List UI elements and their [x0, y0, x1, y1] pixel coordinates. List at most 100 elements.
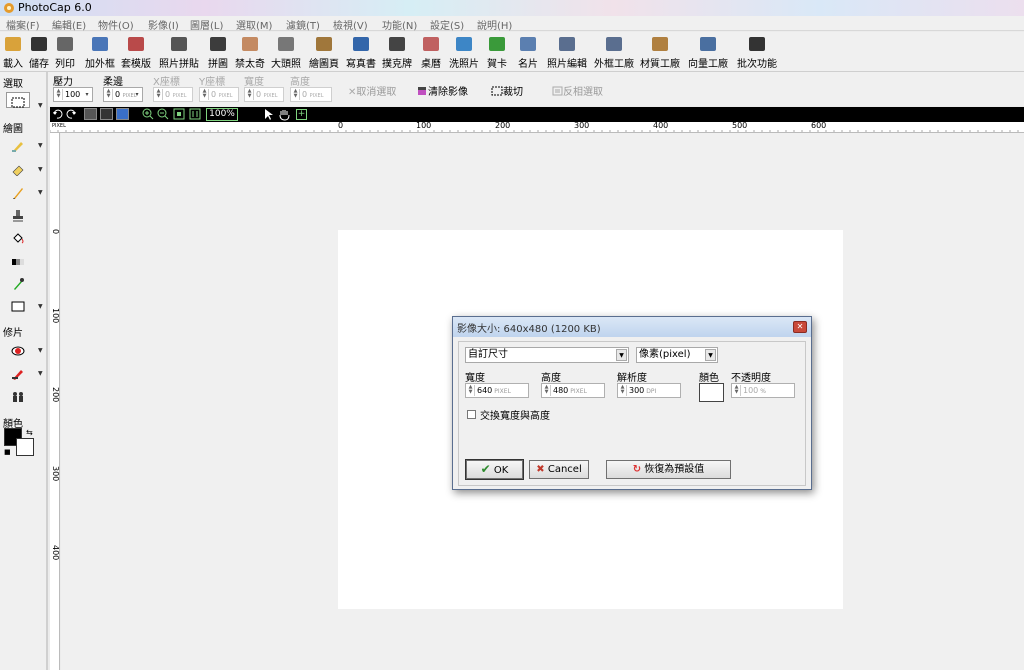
hand-icon[interactable]	[278, 108, 291, 121]
clone-tool[interactable]	[6, 386, 30, 406]
resolution-field[interactable]: ▲ ▼ 300 DPI	[617, 383, 681, 398]
cut-icon[interactable]	[100, 108, 113, 120]
toolbar-button-calendar[interactable]: 桌曆	[419, 35, 443, 71]
menu-item[interactable]: 功能(N)	[382, 17, 417, 32]
menu-item[interactable]: 選取(M)	[236, 17, 272, 32]
rect-select-tool[interactable]: ▼	[6, 92, 43, 109]
toolbar-button-puzzle[interactable]: 拼圖	[206, 35, 230, 71]
gradient-tool[interactable]	[6, 251, 30, 271]
spin-arrows-icon[interactable]: ▲ ▼	[246, 89, 254, 100]
toolbar-button-photo-edit[interactable]: 照片編輯	[545, 35, 589, 71]
toolbar-button-frame-factory[interactable]: 外框工廠	[592, 35, 636, 71]
toolbar-button-cards[interactable]: 撲克牌	[380, 35, 414, 71]
close-icon[interactable]: ✕	[793, 321, 807, 333]
background-color-swatch[interactable]	[16, 438, 34, 456]
brush-tool[interactable]: ▼	[6, 135, 43, 155]
fit-window-icon[interactable]	[173, 108, 185, 120]
height-field[interactable]: ▲ ▼ 480 PIXEL	[541, 383, 605, 398]
menu-item[interactable]: 影像(I)	[148, 17, 179, 32]
spin-arrows-icon[interactable]: ▲ ▼	[155, 89, 163, 100]
menu-item[interactable]: 檢視(V)	[333, 17, 368, 32]
reset-defaults-button[interactable]: ↻ 恢復為預設值	[606, 460, 731, 479]
unit-select[interactable]: 像素(pixel) ▼	[636, 347, 718, 363]
width-spinner[interactable]: ▲ ▼ 0 PIXEL	[244, 87, 284, 102]
toolbar-button-print-photo[interactable]: 洗照片	[447, 35, 481, 71]
chevron-down-icon[interactable]: ▼	[38, 166, 43, 173]
spin-arrows-icon[interactable]: ▲ ▼	[201, 89, 209, 100]
height-spinner[interactable]: ▲ ▼ 0 PIXEL	[290, 87, 332, 102]
toolbar-button-greeting-card[interactable]: 賀卡	[485, 35, 509, 71]
chevron-down-icon[interactable]: ▼	[38, 370, 43, 377]
chevron-down-icon[interactable]: ▾	[83, 89, 91, 100]
width-field[interactable]: ▲ ▼ 640 PIXEL	[465, 383, 529, 398]
zoom-in-icon[interactable]	[142, 108, 154, 120]
spin-arrows-icon[interactable]: ▲ ▼	[733, 385, 741, 396]
eraser-tool[interactable]: ▼	[6, 159, 43, 179]
redeye-tool[interactable]: ▼	[6, 340, 43, 360]
redo-icon[interactable]	[66, 109, 77, 120]
toolbar-button-texture-factory[interactable]: 材質工廠	[638, 35, 682, 71]
add-icon[interactable]: +	[296, 109, 307, 120]
menu-item[interactable]: 說明(H)	[477, 17, 512, 32]
toolbar-button-batch[interactable]: 批次功能	[735, 35, 779, 71]
spin-arrows-icon[interactable]: ▲ ▼	[105, 89, 113, 100]
actual-size-icon[interactable]	[189, 108, 201, 120]
toolbar-button-save[interactable]: 儲存	[28, 35, 50, 71]
toolbar-button-collage[interactable]: 照片拼貼	[156, 35, 202, 71]
cancel-selection-button[interactable]: ✕取消選取	[348, 85, 396, 101]
toolbar-button-printer[interactable]: 列印	[54, 35, 76, 71]
undo-icon[interactable]	[52, 109, 63, 120]
copy-icon[interactable]	[84, 108, 97, 120]
chevron-down-icon[interactable]: ▼	[38, 142, 43, 149]
pencil-tool[interactable]: ▼	[6, 182, 43, 202]
toolbar-button-template[interactable]: 套模版	[120, 35, 152, 71]
chevron-down-icon[interactable]: ▾	[133, 89, 141, 100]
spin-arrows-icon[interactable]: ▲ ▼	[292, 89, 300, 100]
ok-button[interactable]: ✔ OK	[465, 459, 524, 480]
retouch-brush-tool[interactable]: ▼	[6, 363, 43, 383]
zoom-out-icon[interactable]	[157, 108, 169, 120]
default-colors-icon[interactable]: ■	[4, 448, 11, 456]
eyedropper-tool[interactable]	[6, 273, 30, 293]
zoom-level[interactable]: 100%	[206, 108, 238, 121]
toolbar-button-business-card[interactable]: 名片	[516, 35, 540, 71]
toolbar-button-photobook[interactable]: 寫真書	[345, 35, 377, 71]
fill-color-swatch[interactable]	[699, 383, 724, 402]
toolbar-button-person[interactable]: 禁太奇	[234, 35, 266, 71]
spin-arrows-icon[interactable]: ▲ ▼	[619, 385, 627, 396]
paste-icon[interactable]	[116, 108, 129, 120]
softness-spinner[interactable]: ▲ ▼ 0 PIXEL ▾	[103, 87, 143, 102]
menu-item[interactable]: 濾鏡(T)	[286, 17, 320, 32]
menu-item[interactable]: 編輯(E)	[52, 17, 86, 32]
menu-item[interactable]: 物件(O)	[98, 17, 134, 32]
chevron-down-icon[interactable]: ▼	[38, 189, 43, 196]
pressure-spinner[interactable]: ▲ ▼ 100 ▾	[53, 87, 93, 102]
chevron-down-icon[interactable]: ▼	[705, 349, 716, 361]
stamp-tool[interactable]	[6, 205, 30, 225]
spin-arrows-icon[interactable]: ▲ ▼	[55, 89, 63, 100]
preset-select[interactable]: 自訂尺寸 ▼	[465, 347, 629, 363]
toolbar-button-vector-factory[interactable]: 向量工廠	[686, 35, 730, 71]
x-coord-spinner[interactable]: ▲ ▼ 0 PIXEL	[153, 87, 193, 102]
shape-tool[interactable]: ▼	[6, 296, 43, 316]
chevron-down-icon[interactable]: ▼	[616, 349, 627, 361]
toolbar-button-open-folder[interactable]: 載入	[2, 35, 24, 71]
opacity-field[interactable]: ▲ ▼ 100%	[731, 383, 795, 398]
y-coord-spinner[interactable]: ▲ ▼ 0 PIXEL	[199, 87, 239, 102]
chevron-down-icon[interactable]: ▼	[38, 303, 43, 310]
toolbar-button-id-photo[interactable]: 大頭照	[270, 35, 302, 71]
toolbar-button-drawing-page[interactable]: 繪圖頁	[307, 35, 341, 71]
crop-button[interactable]: 裁切	[491, 85, 523, 101]
chevron-down-icon[interactable]: ▼	[38, 99, 43, 113]
chevron-down-icon[interactable]: ▼	[38, 347, 43, 354]
invert-selection-button[interactable]: 反相選取	[552, 85, 603, 101]
swap-colors-icon[interactable]: ⇆	[26, 428, 33, 437]
swap-dimensions-checkbox[interactable]	[467, 410, 476, 419]
cancel-button[interactable]: ✖ Cancel	[529, 460, 589, 479]
clear-image-button[interactable]: 清除影像	[417, 85, 468, 101]
fill-tool[interactable]	[6, 228, 30, 248]
spin-arrows-icon[interactable]: ▲ ▼	[543, 385, 551, 396]
toolbar-button-frame[interactable]: 加外框	[84, 35, 116, 71]
menu-item[interactable]: 設定(S)	[430, 17, 464, 32]
menu-item[interactable]: 檔案(F)	[6, 17, 40, 32]
